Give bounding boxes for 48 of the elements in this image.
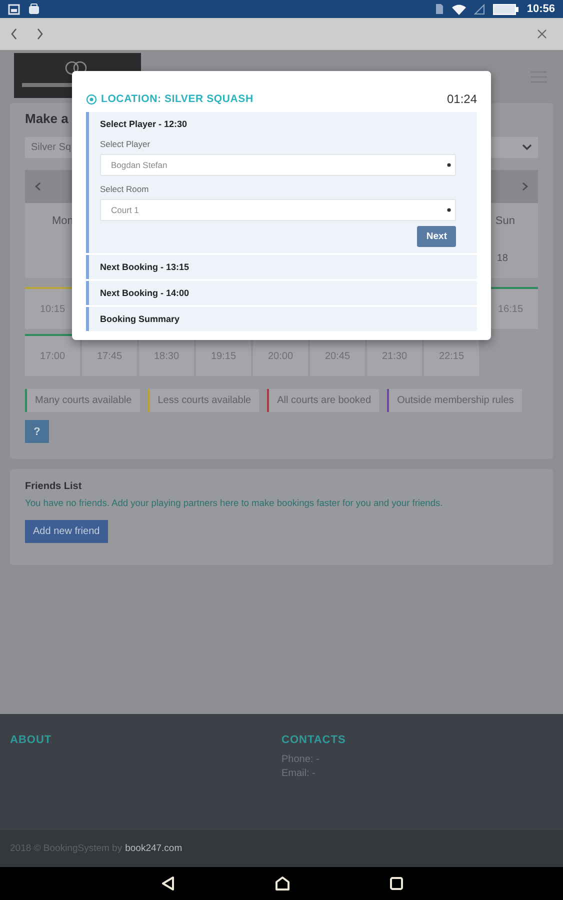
recents-nav-icon[interactable] [390, 877, 402, 890]
clock-time: 10:56 [526, 3, 555, 15]
location-icon [86, 94, 97, 104]
section-heading: Next Booking - 14:00 [100, 287, 190, 300]
footer-link[interactable]: book247.com [125, 843, 182, 854]
countdown-timer: 01:24 [446, 92, 477, 106]
section-heading: Select Player - 12:30 [100, 118, 188, 131]
dropdown-field[interactable]: Court 1 [100, 199, 456, 221]
day-label: Sun [495, 214, 515, 226]
friends-message: You have no friends. Add your playing partners here to make bookings faster for you and your friends. [25, 498, 444, 508]
next-button[interactable]: Next [417, 226, 456, 247]
accordion-section[interactable]: Booking Summary [86, 307, 477, 331]
chevron-right-icon[interactable] [522, 182, 528, 191]
section-title: Friends List [25, 481, 83, 492]
legend-item: Many courts available [25, 389, 140, 412]
field-label: Select Player [100, 139, 152, 149]
legend-item: Less courts available [148, 389, 260, 412]
section-heading: Next Booking - 13:15 [100, 261, 190, 274]
chevron-left-icon[interactable] [35, 182, 41, 191]
caret-icon [447, 208, 451, 212]
signal-icon [474, 4, 485, 14]
gallery-icon [8, 4, 20, 14]
section-heading: Booking Summary [100, 313, 181, 326]
legend-item: All courts are booked [267, 389, 380, 412]
add-friend-button[interactable]: Add new friend [25, 520, 108, 543]
back-icon[interactable] [10, 28, 18, 40]
caret-icon [447, 163, 451, 167]
accordion-section[interactable]: Select Player - 12:30 Select Player Bogdan Stefan Select Room Court 1 Next [86, 112, 477, 253]
footer-heading: ABOUT [10, 734, 53, 746]
chevron-down-icon [522, 144, 532, 151]
home-nav-icon[interactable] [274, 876, 290, 891]
field-label: Select Room [100, 184, 150, 194]
help-button[interactable]: ? [25, 420, 49, 443]
sim-card-icon [434, 3, 444, 15]
close-icon[interactable] [537, 29, 547, 39]
date-label[interactable]: 18 [496, 252, 508, 264]
dropdown-field[interactable]: Bogdan Stefan [100, 154, 456, 176]
legend-item: Outside membership rules [387, 389, 522, 412]
accordion-section[interactable]: Next Booking - 14:00 [86, 281, 477, 305]
wifi-icon [452, 4, 466, 14]
bag-icon [28, 3, 40, 15]
forward-icon[interactable] [36, 28, 44, 40]
back-nav-icon[interactable] [160, 876, 174, 891]
section-title: Make a [25, 111, 68, 126]
footer-heading: CONTACTS [282, 734, 347, 746]
modal-title: LOCATION: SILVER SQUASH [101, 93, 254, 105]
accordion-section[interactable]: Next Booking - 13:15 [86, 255, 477, 279]
battery-icon [492, 4, 519, 14]
